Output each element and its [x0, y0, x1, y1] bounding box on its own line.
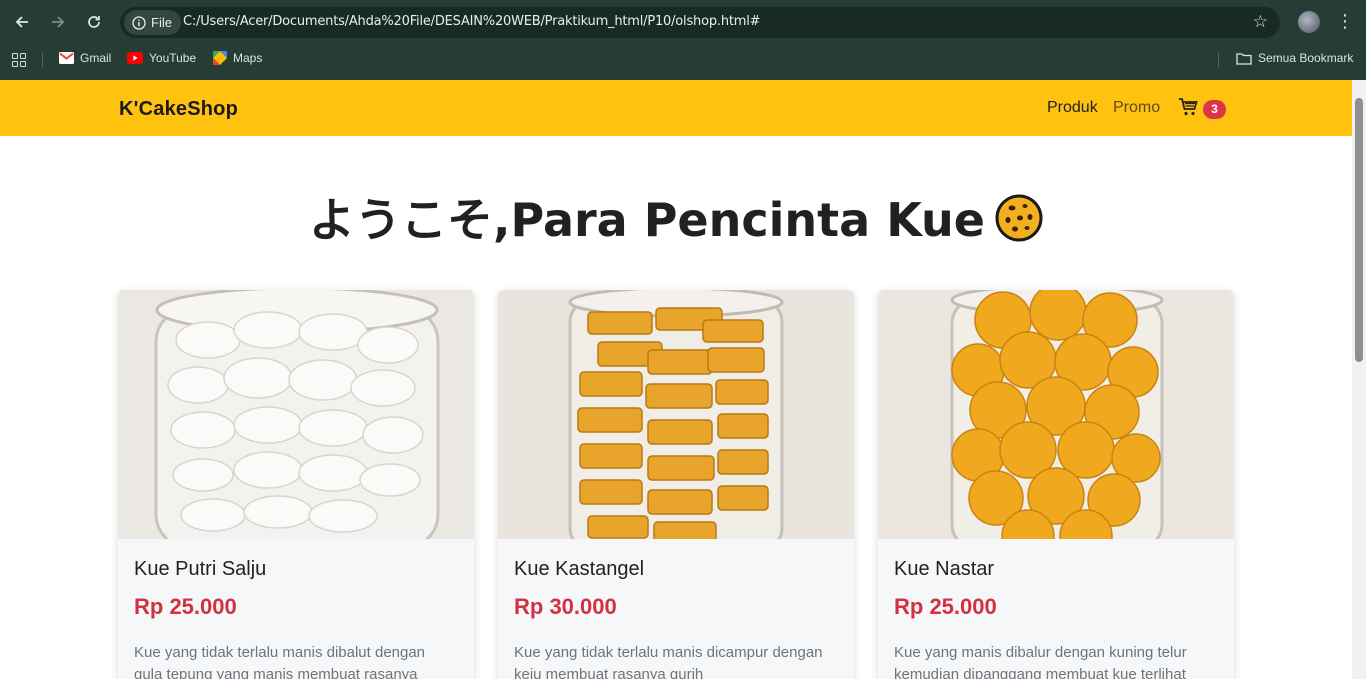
address-bar[interactable]: File C:/Users/Acer/Documents/Ahda%20File… — [120, 7, 1280, 38]
forward-button[interactable] — [46, 10, 70, 34]
product-price: Rp 25.000 — [134, 594, 237, 619]
cart-count-badge: 3 — [1203, 100, 1226, 119]
cookie-icon — [995, 194, 1043, 242]
youtube-icon — [127, 52, 143, 64]
bookmark-maps[interactable]: Maps — [213, 51, 262, 65]
site-info-chip[interactable]: File — [124, 10, 181, 35]
gmail-icon — [59, 52, 74, 64]
back-button[interactable] — [10, 10, 34, 34]
product-name: Kue Kastangel — [514, 558, 645, 580]
bookmark-youtube[interactable]: YouTube — [127, 51, 196, 65]
profile-avatar[interactable] — [1298, 11, 1320, 33]
site-brand[interactable]: K'CakeShop — [119, 98, 238, 121]
bookmarks-divider — [1218, 52, 1219, 68]
bookmark-label: YouTube — [149, 51, 197, 65]
putri-salju-jar-image — [118, 290, 474, 539]
page-scrollbar[interactable] — [1352, 80, 1366, 679]
web-page: K'CakeShop Produk Promo 3 ようこそ,Para Penc… — [0, 80, 1352, 679]
info-icon — [132, 15, 146, 30]
product-description: Kue yang tidak terlalu manis dibalut den… — [134, 644, 426, 679]
bookmark-label: Maps — [233, 51, 263, 65]
nav-link-promo[interactable]: Promo — [1113, 99, 1160, 117]
folder-icon — [1236, 52, 1252, 65]
maps-icon — [213, 51, 227, 65]
product-description: Kue yang tidak terlalu manis dicampur de… — [514, 644, 823, 679]
site-chip-label: File — [151, 15, 172, 30]
product-description: Kue yang manis dibalur dengan kuning tel… — [894, 644, 1187, 679]
forward-arrow-icon — [52, 16, 65, 28]
product-card-nastar[interactable]: Kue Nastar Rp 25.000 Kue yang manis diba… — [878, 290, 1234, 679]
hero-title: ようこそ,Para Pencinta Kue — [0, 184, 1352, 250]
hero-title-text: ようこそ,Para Pencinta Kue — [308, 193, 985, 247]
bookmarks-bar: Gmail YouTube Maps Semua Bookmark — [0, 44, 1366, 74]
nav-link-produk[interactable]: Produk — [1047, 99, 1098, 117]
bookmark-gmail[interactable]: Gmail — [59, 51, 111, 65]
bookmark-star-icon[interactable]: ☆ — [1253, 12, 1268, 32]
nastar-jar-image — [878, 290, 1234, 539]
cart-icon[interactable] — [1178, 98, 1198, 121]
browser-chrome: File C:/Users/Acer/Documents/Ahda%20File… — [0, 0, 1366, 80]
scrollbar-thumb[interactable] — [1355, 98, 1363, 362]
all-bookmarks-label: Semua Bookmark — [1258, 51, 1354, 65]
bookmark-label: Gmail — [80, 51, 112, 65]
site-navbar: K'CakeShop Produk Promo 3 — [0, 80, 1352, 136]
reload-icon — [88, 16, 100, 28]
product-card-putri-salju[interactable]: Kue Putri Salju Rp 25.000 Kue yang tidak… — [118, 290, 474, 679]
bookmarks-divider — [42, 52, 43, 68]
product-price: Rp 25.000 — [894, 594, 997, 619]
product-card-kastangel[interactable]: Kue Kastangel Rp 30.000 Kue yang tidak t… — [498, 290, 854, 679]
product-price: Rp 30.000 — [514, 594, 617, 619]
product-name: Kue Putri Salju — [134, 558, 267, 580]
all-bookmarks-button[interactable]: Semua Bookmark — [1236, 51, 1353, 65]
reload-button[interactable] — [82, 10, 106, 34]
back-arrow-icon — [15, 16, 28, 28]
browser-toolbar: File C:/Users/Acer/Documents/Ahda%20File… — [0, 0, 1366, 44]
apps-grid-icon[interactable] — [12, 53, 26, 67]
browser-menu-icon[interactable]: ⋮ — [1336, 10, 1354, 32]
url-text[interactable]: C:/Users/Acer/Documents/Ahda%20File/DESA… — [183, 14, 761, 29]
product-name: Kue Nastar — [894, 558, 995, 580]
kastangel-jar-image — [498, 290, 854, 539]
